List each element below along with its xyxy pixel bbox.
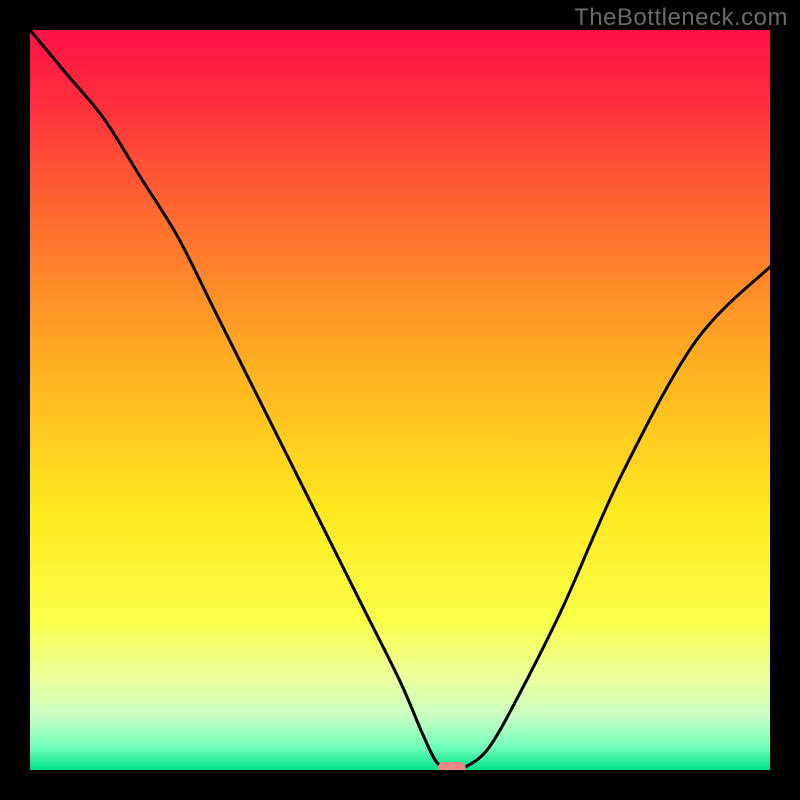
watermark-text: TheBottleneck.com — [574, 4, 788, 32]
plot-area — [30, 30, 770, 770]
chart-frame: TheBottleneck.com — [0, 0, 800, 800]
bottleneck-chart — [30, 30, 770, 770]
optimal-marker — [438, 762, 466, 770]
